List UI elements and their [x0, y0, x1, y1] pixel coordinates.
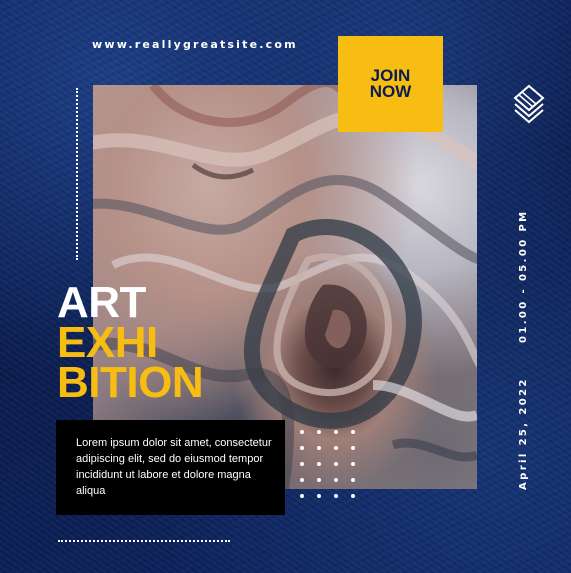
- event-date: April 25, 2022: [518, 377, 529, 490]
- vertical-dotted-line: [76, 88, 78, 260]
- exhibition-title: ART EXHI BITION: [57, 278, 204, 407]
- join-now-button[interactable]: JOIN NOW: [338, 36, 443, 132]
- title-line-bition: BITION: [57, 358, 204, 407]
- description-box: Lorem ipsum dolor sit amet, consectetur …: [56, 420, 285, 515]
- website-url[interactable]: www.reallygreatsite.com: [92, 38, 298, 51]
- event-time: 01.00 - 05.00 PM: [518, 209, 529, 343]
- title-line-art: ART: [57, 278, 146, 327]
- horizontal-dotted-line: [58, 540, 230, 542]
- exhibition-poster: www.reallygreatsite.com JOIN NOW ART EXH…: [0, 0, 571, 573]
- dot-grid-decoration: [300, 430, 366, 510]
- description-text: Lorem ipsum dolor sit amet, consectetur …: [76, 437, 272, 497]
- stacked-diamonds-icon: [513, 84, 545, 124]
- title-line-exhi: EXHI: [57, 318, 158, 367]
- join-label-line2: NOW: [369, 82, 412, 101]
